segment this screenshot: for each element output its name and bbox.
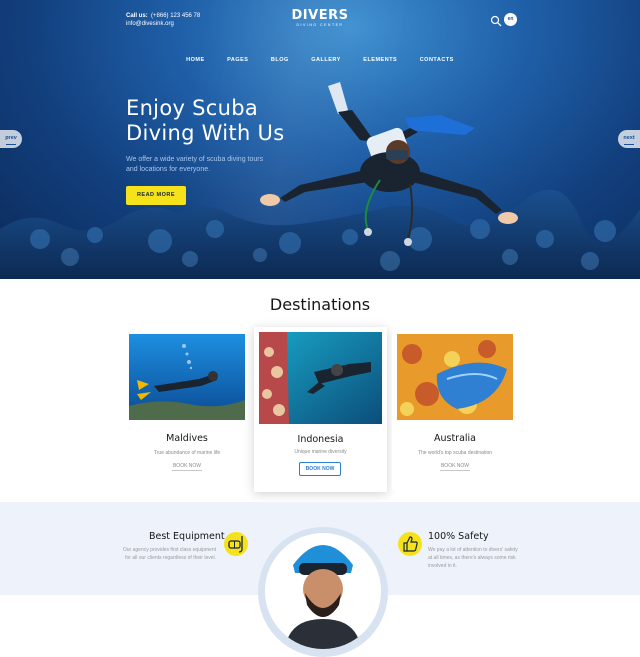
nav-gallery[interactable]: GALLERY <box>311 57 341 63</box>
thumbs-up-icon <box>398 532 422 556</box>
site-logo[interactable]: DIVERS DIVING CENTER <box>290 9 350 29</box>
snorkel-mask-icon <box>224 532 248 556</box>
destination-name: Maldives <box>166 433 208 444</box>
slider-next-button[interactable]: next <box>618 130 640 148</box>
hero-title: Enjoy Scuba Diving With Us <box>126 96 326 146</box>
logo-subtitle: DIVING CENTER <box>296 23 344 27</box>
slider-prev-button[interactable]: prev <box>0 130 22 148</box>
book-now-button[interactable]: BOOK NOW <box>168 461 206 471</box>
australia-reef-image <box>397 334 513 420</box>
hero-description: We offer a wide variety of scuba diving … <box>126 156 264 173</box>
destination-desc: Unique marine diversity <box>294 449 347 455</box>
nav-elements[interactable]: ELEMENTS <box>363 57 397 63</box>
feature-title-equipment: Best Equipment <box>149 531 225 542</box>
main-nav: HOME PAGES BLOG GALLERY ELEMENTS CONTACT… <box>0 48 640 66</box>
destination-card-australia: Australia The world's top scuba destinat… <box>392 330 518 490</box>
phone-number[interactable]: (+866) 123 456 78 <box>151 13 200 19</box>
logo-text: DIVERS <box>291 8 349 23</box>
book-now-button[interactable]: BOOK NOW <box>299 462 341 476</box>
feature-text-safety: We pay a lot of attention to divers' saf… <box>428 547 518 569</box>
maldives-diver-image <box>129 334 245 420</box>
nav-contacts[interactable]: CONTACTS <box>420 57 454 63</box>
destination-card-maldives: Maldives True abundance of marine life B… <box>124 330 250 490</box>
destination-name: Australia <box>433 433 477 444</box>
feature-text-equipment: Our agency provides first class equipmen… <box>122 547 216 561</box>
diver-portrait-image <box>265 533 381 649</box>
nav-pages[interactable]: PAGES <box>227 57 248 63</box>
indonesia-diver-image <box>259 332 382 424</box>
nav-blog[interactable]: BLOG <box>271 57 289 63</box>
contact-info: Call us: (+866) 123 456 78 info@divesink… <box>126 12 200 28</box>
search-icon[interactable] <box>490 15 502 27</box>
language-switcher[interactable]: en <box>504 13 517 26</box>
feature-title-safety: 100% Safety <box>428 531 489 542</box>
book-now-button[interactable]: BOOK NOW <box>436 461 474 471</box>
destination-desc: The world's top scuba destination <box>417 450 493 456</box>
hero-title-line2: Diving With Us <box>126 121 285 145</box>
destination-name: Indonesia <box>297 434 344 445</box>
email-link[interactable]: info@divesink.org <box>126 20 200 28</box>
hero-title-line1: Enjoy Scuba <box>126 96 259 120</box>
call-label: Call us: <box>126 13 148 19</box>
destination-desc: True abundance of marine life <box>153 450 221 456</box>
destinations-title: Destinations <box>269 295 371 314</box>
nav-home[interactable]: HOME <box>186 57 205 63</box>
destination-card-indonesia: Indonesia Unique marine diversity BOOK N… <box>254 327 387 492</box>
read-more-button[interactable]: READ MORE <box>126 186 186 205</box>
hero-section: Call us: (+866) 123 456 78 info@divesink… <box>0 0 640 279</box>
